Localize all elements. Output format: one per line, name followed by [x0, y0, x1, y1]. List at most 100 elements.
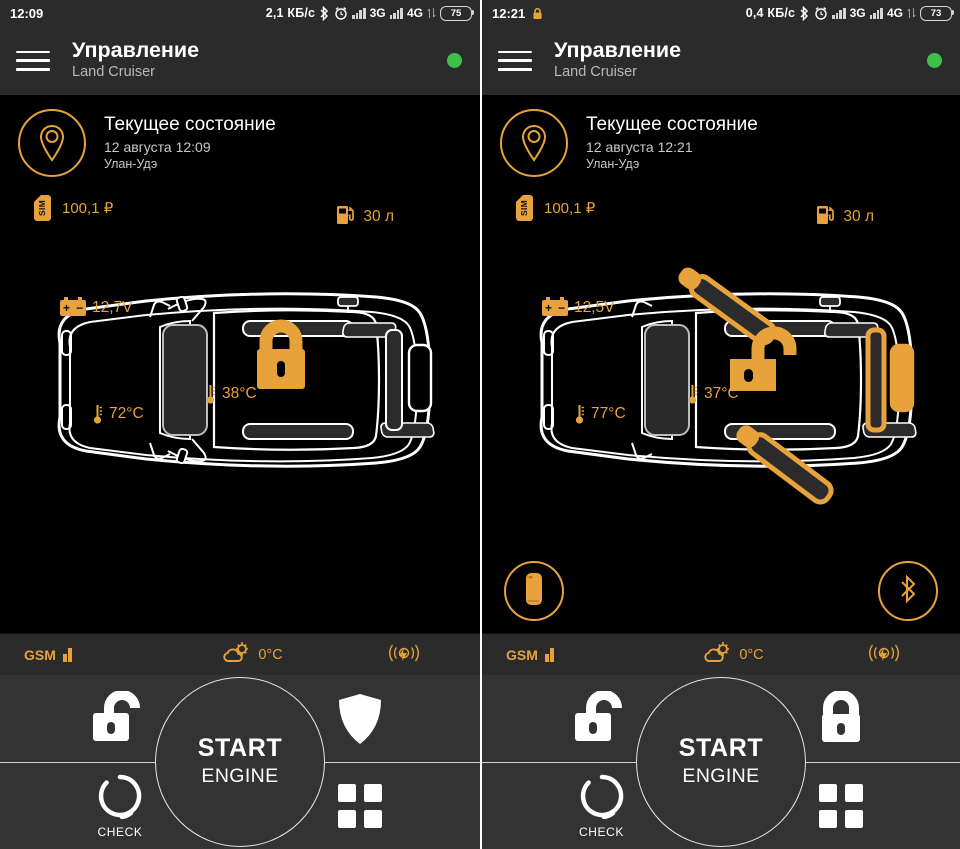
unlock-status-icon: [722, 323, 808, 395]
check-label: CHECK: [97, 824, 143, 839]
data-transfer-icon: [907, 7, 916, 19]
sim-balance-value: 100,1 ₽: [544, 200, 596, 217]
alarm-clock-icon: [334, 6, 348, 20]
thermometer-icon: [92, 403, 103, 425]
battery-level-badge: 75: [440, 5, 474, 21]
sim2-network-type: 4G: [406, 6, 423, 20]
sim-balance-row[interactable]: SIM 100,1 ₽: [516, 195, 960, 221]
trunk-open-indicator: [865, 327, 887, 433]
check-label: CHECK: [578, 824, 624, 839]
screen-lock-icon: [531, 7, 544, 20]
unlock-icon: [85, 690, 155, 747]
online-indicator: [447, 53, 462, 68]
engine-temp-readout: 72°C: [92, 403, 144, 425]
dual-screenshot-comparison: 12:09 2,1 КБ/с 3G 4G 75 Управление Land …: [0, 0, 960, 849]
state-title: Текущее состояние: [586, 114, 758, 136]
sim1-signal-icon: [832, 7, 846, 19]
vehicle-diagram[interactable]: + − 12,7V 72°C 38°C: [0, 235, 480, 525]
sim1-signal-icon: [352, 7, 366, 19]
bluetooth-icon: [319, 5, 330, 21]
fuel-value: 30 л: [843, 208, 874, 225]
online-indicator: [927, 53, 942, 68]
hamburger-menu-icon[interactable]: [16, 48, 50, 74]
partly-cloudy-icon: [221, 642, 251, 667]
app-header: Управление Land Cruiser: [0, 26, 480, 95]
thermometer-icon: [574, 403, 585, 425]
fuel-value: 30 л: [363, 208, 394, 225]
vehicle-diagram[interactable]: + − 12,5V 77°C 37°C: [482, 235, 960, 525]
map-pin-icon: [500, 109, 568, 177]
app-screen-unlocked: 12:21 0,4 КБ/с 3G 4G 73 Управление Land …: [480, 0, 960, 849]
battery-voltage-value: 12,7V: [92, 299, 133, 316]
battery-level-badge: 73: [920, 5, 954, 21]
gsm-signal-icon: [544, 647, 555, 662]
battery-voltage-readout: + − 12,5V: [542, 297, 615, 317]
shock-sensor-icon: [387, 642, 421, 667]
sim2-signal-icon: [389, 7, 403, 19]
page-title: Управление: [554, 37, 682, 62]
fuel-level-row: 30 л: [816, 203, 874, 231]
gsm-signal-cell: GSM: [0, 647, 176, 663]
data-transfer-icon: [427, 7, 436, 19]
map-pin-icon: [18, 109, 86, 177]
shock-sensor-icon: [867, 642, 901, 667]
sim-balance-value: 100,1 ₽: [62, 200, 114, 217]
current-state-card[interactable]: Текущее состояние 12 августа 12:21 Улан-…: [482, 95, 960, 177]
key-fob-button[interactable]: [504, 561, 564, 621]
action-pad: CHECK START ENGINE: [482, 675, 960, 849]
grid-icon: [338, 783, 382, 828]
car-battery-icon: + −: [542, 297, 568, 316]
shock-sensor-cell: [328, 642, 480, 667]
gsm-status-bar: GSM 0°C: [482, 633, 960, 675]
weather-cell: 0°C: [176, 642, 328, 667]
alarm-clock-icon: [814, 6, 828, 20]
weather-temp-value: 0°C: [739, 646, 764, 663]
state-location: Улан-Удэ: [104, 156, 158, 171]
fuel-level-row: 30 л: [336, 203, 394, 231]
grid-icon: [818, 783, 863, 828]
action-pad: CHECK START ENGINE: [0, 675, 480, 849]
start-engine-button[interactable]: START ENGINE: [636, 677, 806, 847]
partly-cloudy-icon: [702, 642, 732, 667]
start-engine-line2: ENGINE: [682, 765, 760, 787]
android-status-bar: 12:21 0,4 КБ/с 3G 4G 73: [482, 0, 960, 26]
sim-balance-row[interactable]: SIM 100,1 ₽: [34, 195, 480, 221]
sim2-signal-icon: [869, 7, 883, 19]
status-clock: 12:09: [10, 5, 44, 21]
refresh-circle-icon: [97, 773, 143, 819]
battery-voltage-readout: + − 12,7V: [60, 297, 133, 317]
weather-temp-value: 0°C: [258, 646, 283, 663]
thermometer-icon: [687, 383, 698, 405]
app-header: Управление Land Cruiser: [482, 26, 960, 95]
shock-sensor-cell: [809, 642, 960, 667]
start-engine-button[interactable]: START ENGINE: [155, 677, 325, 847]
fuel-pump-icon: [816, 203, 836, 231]
engine-temp-value: 72°C: [109, 405, 144, 422]
sim1-network-type: 3G: [369, 6, 386, 20]
vehicle-name: Land Cruiser: [72, 63, 156, 80]
bluetooth-button[interactable]: [878, 561, 938, 621]
weather-cell: 0°C: [657, 642, 808, 667]
bluetooth-icon: [898, 574, 918, 609]
start-engine-line1: START: [678, 734, 764, 762]
status-clock: 12:21: [492, 5, 526, 21]
lock-status-icon: [249, 317, 313, 393]
network-speed: 0,4 КБ/с: [745, 6, 796, 20]
start-engine-line1: START: [197, 734, 283, 762]
bluetooth-icon: [799, 5, 810, 21]
lock-icon: [815, 690, 867, 747]
state-location: Улан-Удэ: [586, 156, 640, 171]
sim2-network-type: 4G: [886, 6, 903, 20]
gsm-signal-cell: GSM: [482, 647, 657, 663]
sim-card-icon: SIM: [516, 195, 533, 221]
sim1-network-type: 3G: [849, 6, 866, 20]
engine-temp-value: 77°C: [591, 405, 626, 422]
current-state-card[interactable]: Текущее состояние 12 августа 12:09 Улан-…: [0, 95, 480, 177]
sim-icon-label: SIM: [519, 199, 530, 217]
page-title: Управление: [72, 37, 200, 62]
gsm-label: GSM: [24, 646, 56, 663]
state-timestamp: 12 августа 12:09: [104, 138, 211, 155]
thermometer-icon: [205, 383, 216, 405]
vehicle-name: Land Cruiser: [554, 63, 638, 80]
hamburger-menu-icon[interactable]: [498, 48, 532, 74]
